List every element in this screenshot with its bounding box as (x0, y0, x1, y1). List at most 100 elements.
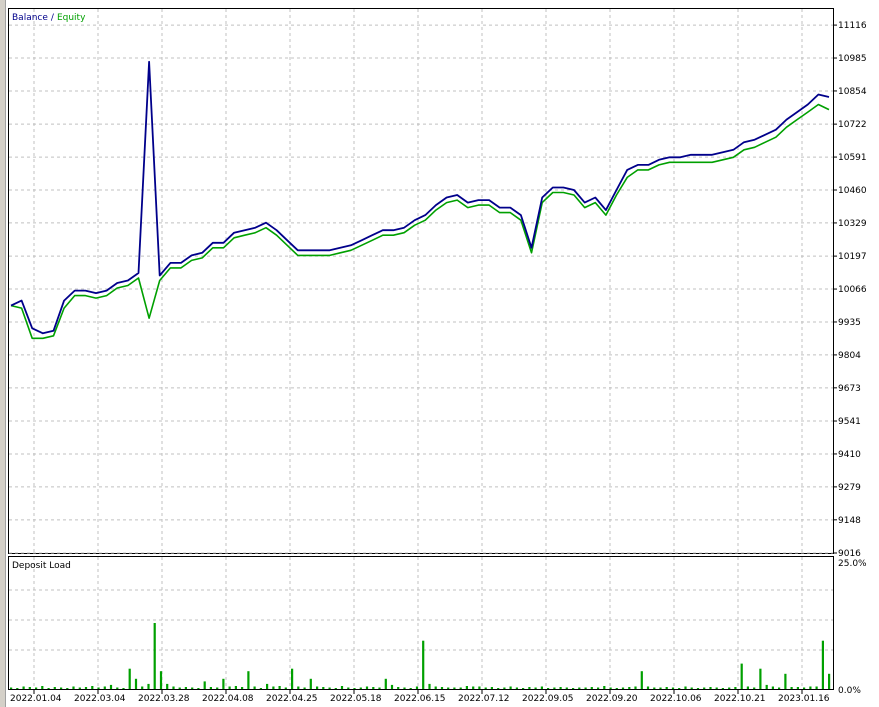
deposit-load-bar (659, 687, 662, 689)
y-tick-label: 9279 (838, 483, 861, 493)
deposit-load-bar (272, 686, 275, 689)
deposit-load-bar (359, 687, 362, 689)
deposit-load-bar (409, 688, 412, 689)
deposit-load-bar (322, 687, 325, 689)
y-tick-label: 10985 (838, 54, 867, 64)
deposit-load-bar (291, 668, 294, 689)
deposit-load-bar (640, 671, 643, 689)
deposit-load-bar (771, 686, 774, 689)
deposit-load-bar (753, 687, 756, 689)
deposit-load-bar (191, 687, 194, 689)
deposit-load-bar (765, 684, 768, 689)
deposit-load-bar (784, 673, 787, 689)
deposit-load-bar (122, 688, 125, 689)
deposit-load-bar (703, 687, 706, 689)
deposit-load-bar (22, 686, 25, 689)
deposit-load-bar (284, 687, 287, 689)
deposit-load-bar (734, 687, 737, 689)
y-tick-label: 10329 (838, 219, 867, 229)
y-tick-label: 9410 (838, 450, 861, 460)
deposit-load-bar (197, 688, 200, 689)
deposit-load-bar (216, 687, 219, 689)
deposit-load-bar (503, 687, 506, 689)
deposit-load-bar (434, 686, 437, 689)
deposit-load-bar (141, 686, 144, 689)
deposit-load-bar (522, 688, 525, 689)
deposit-load-bar (465, 686, 468, 689)
y-tick-label: 9673 (838, 384, 861, 394)
deposit-load-bar (253, 686, 256, 689)
main-plot-area (8, 8, 834, 554)
deposit-load-bar (578, 687, 581, 689)
deposit-load-bar (534, 687, 537, 689)
y-tick-label: 11116 (838, 21, 867, 31)
equity-chart-svg[interactable]: 9016 9148 9279 9410 9541 9673 9804 9935 10066 101… (0, 0, 879, 707)
deposit-load-bar (35, 687, 38, 689)
x-tick-label: 2022.03.28 (138, 694, 190, 704)
deposit-load-bar (515, 687, 518, 689)
deposit-load-bar (803, 687, 806, 689)
deposit-load-bar (447, 687, 450, 689)
x-tick-label: 2022.06.15 (394, 694, 446, 704)
x-tick-label: 2022.04.08 (202, 694, 254, 704)
deposit-load-bar (116, 687, 119, 689)
deposit-load-bar (453, 687, 456, 689)
deposit-load-bar (603, 686, 606, 689)
deposit-load-bar (334, 688, 337, 689)
deposit-load-bar (634, 686, 637, 689)
y-tick-label: 9935 (838, 318, 861, 328)
deposit-load-bar (47, 688, 50, 689)
deposit-load-bar (97, 687, 100, 689)
deposit-load-bar (390, 684, 394, 689)
deposit-load-bar (91, 686, 94, 689)
deposit-load-min-label: 0.0% (838, 686, 861, 696)
deposit-load-bar (459, 687, 462, 689)
deposit-load-bar (41, 686, 44, 689)
deposit-load-bar (103, 686, 106, 689)
deposit-load-bar (653, 687, 656, 689)
deposit-load-bar (597, 687, 600, 689)
deposit-load-bar (422, 640, 425, 689)
deposit-load-bar (172, 686, 175, 689)
deposit-load-bar (84, 687, 88, 689)
y-tick-label: 10066 (838, 285, 867, 295)
deposit-load-bar (484, 687, 487, 689)
deposit-load-bar (609, 687, 612, 689)
deposit-load-bar (528, 687, 531, 689)
deposit-load-bar (790, 687, 793, 689)
x-tick-label: 2022.10.21 (714, 694, 766, 704)
deposit-load-bar (247, 671, 250, 689)
deposit-load-bar (778, 687, 781, 689)
deposit-load-bar (66, 688, 69, 689)
deposit-load-bar (646, 686, 650, 689)
deposit-load-bar (628, 687, 631, 689)
y-axis-labels: 9016 9148 9279 9410 9541 9673 9804 9935 10066 101… (838, 21, 867, 559)
deposit-load-bar (559, 687, 562, 689)
x-tick-label: 2022.07.12 (458, 694, 510, 704)
y-tick-label: 10722 (838, 120, 867, 130)
deposit-load-bar (16, 688, 19, 689)
deposit-load-bar (715, 687, 718, 689)
x-tick-label: 2022.04.25 (266, 694, 318, 704)
deposit-load-bar (166, 683, 169, 689)
deposit-load-bar (615, 688, 618, 689)
deposit-load-bar (303, 687, 306, 689)
deposit-load-bar (478, 686, 481, 689)
deposit-load-bar (759, 668, 762, 689)
deposit-load-bar (259, 688, 262, 689)
legend-equity: Equity (57, 13, 86, 23)
x-axis-labels: 2022.01.04 2022.03.04 2022.03.28 2022.04.08… (10, 690, 830, 704)
deposit-load-bar (365, 686, 369, 689)
deposit-load-bar (584, 687, 587, 689)
deposit-load-bar (266, 683, 269, 689)
x-tick-label: 2023.01.16 (778, 694, 830, 704)
deposit-load-bar (228, 686, 231, 689)
deposit-load-title: Deposit Load (12, 561, 71, 571)
x-tick-label: 2022.01.04 (10, 694, 62, 704)
y-tick-label: 10591 (838, 153, 867, 163)
x-tick-label: 2022.09.20 (586, 694, 638, 704)
deposit-load-bar (353, 688, 356, 689)
y-tick-label: 9148 (838, 516, 861, 526)
deposit-load-bar (440, 687, 444, 689)
deposit-load-bar (384, 678, 387, 689)
